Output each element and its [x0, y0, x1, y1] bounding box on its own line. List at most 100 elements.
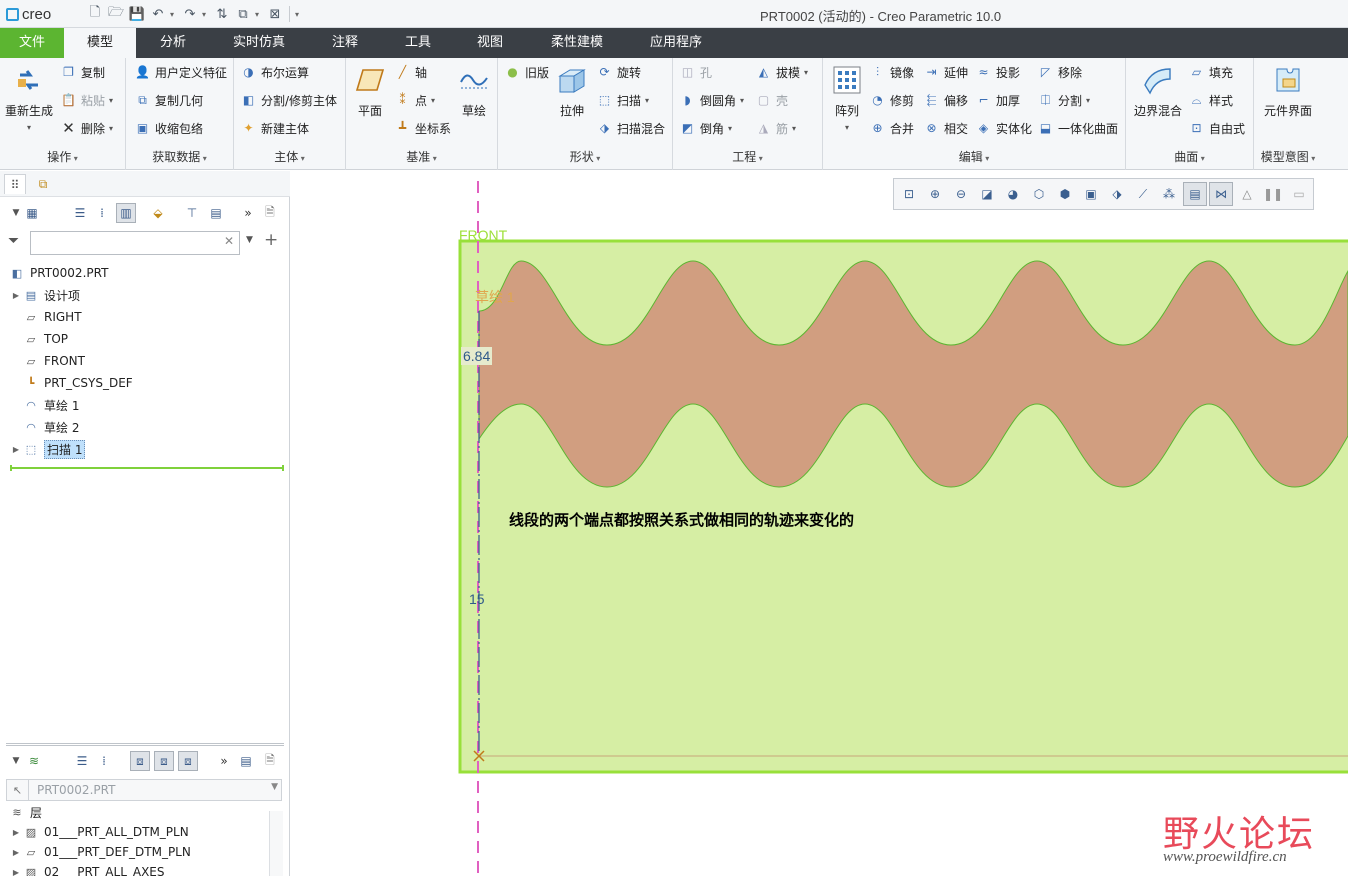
freestyle-button[interactable]: ⊡ 自由式: [1188, 117, 1245, 139]
spin-center-icon[interactable]: △: [1235, 182, 1259, 206]
layer-notes-icon[interactable]: 🗎: [260, 751, 280, 771]
sketch-display-icon[interactable]: ⋈: [1209, 182, 1233, 206]
tree-item-sweep-1[interactable]: ▶ ⬚ 扫描 1: [10, 438, 86, 460]
expand-arrow-icon[interactable]: ▶: [10, 848, 22, 857]
group-engineering-label[interactable]: 工程: [673, 148, 822, 165]
thicken-button[interactable]: ⌐ 加厚: [975, 89, 1020, 111]
new-body-button[interactable]: ✦ 新建主体: [240, 117, 309, 139]
delete-button[interactable]: ✕ 删除 ▾: [60, 117, 113, 139]
tab-flexible-modeling[interactable]: 柔性建模: [530, 28, 624, 58]
collapse-all-icon[interactable]: ⁞: [92, 203, 112, 223]
legacy-button[interactable]: ● 旧版: [504, 61, 549, 83]
shrinkwrap-button[interactable]: ▣ 收缩包络: [134, 117, 203, 139]
chamfer-button[interactable]: ◩ 倒角 ▾: [679, 117, 732, 139]
axis-button[interactable]: ╱ 轴: [394, 61, 427, 83]
hole-button[interactable]: ◫ 孔: [679, 61, 712, 83]
customize-qat-icon[interactable]: ▾: [295, 10, 303, 19]
plane-button[interactable]: 平面: [350, 62, 390, 119]
layer-model-dropdown-icon[interactable]: ▼: [271, 782, 278, 792]
tab-tools[interactable]: 工具: [386, 28, 450, 58]
sketch-button[interactable]: 草绘: [454, 62, 494, 119]
paste-button[interactable]: 📋 粘贴 ▾: [60, 89, 113, 111]
zoom-in-icon[interactable]: ⊕: [923, 182, 947, 206]
layer-collapse-icon[interactable]: ⁞: [94, 751, 114, 771]
highlight-icon[interactable]: ⬙: [148, 203, 168, 223]
style-button[interactable]: ⌓ 样式: [1188, 89, 1233, 111]
layer-menu-dropdown-icon[interactable]: ▼: [6, 751, 26, 771]
display-style-icon[interactable]: ◕: [1001, 182, 1025, 206]
tree-item-top[interactable]: ▱ TOP: [22, 328, 68, 350]
layers-icon[interactable]: ≋: [24, 751, 44, 771]
unify-surface-button[interactable]: ⬓ 一体化曲面: [1037, 117, 1118, 139]
perspective-icon[interactable]: ▣: [1079, 182, 1103, 206]
tree-settings-icon[interactable]: ▤: [206, 203, 226, 223]
layer-tree-scrollbar[interactable]: [269, 811, 283, 876]
mirror-button[interactable]: ⫶ 镜像: [869, 61, 914, 83]
remove-button[interactable]: ◸ 移除: [1037, 61, 1082, 83]
intersect-button[interactable]: ⊗ 相交: [923, 117, 968, 139]
zoom-out-icon[interactable]: ⊖: [949, 182, 973, 206]
point-dropdown-icon[interactable]: ▾: [431, 96, 435, 105]
folder-browser-tab-icon[interactable]: ⧉: [32, 174, 54, 194]
clear-search-icon[interactable]: ✕: [224, 234, 234, 248]
offset-button[interactable]: ⬱ 偏移: [923, 89, 968, 111]
graphics-window[interactable]: FRONT 草绘 1 6.84 15 线段的两个端点都按照关系式做相同的轨迹来变…: [291, 171, 1348, 876]
group-surfaces-label[interactable]: 曲面: [1126, 148, 1253, 165]
layer-view-2-icon[interactable]: ⧈: [154, 751, 174, 771]
component-interface-button[interactable]: 元件界面: [1258, 62, 1318, 119]
copy-geom-button[interactable]: ⧉ 复制几何: [134, 89, 203, 111]
tree-search-input[interactable]: [30, 231, 240, 255]
tab-file[interactable]: 文件: [0, 28, 64, 58]
fill-button[interactable]: ▱ 填充: [1188, 61, 1233, 83]
new-file-icon[interactable]: 🗋: [86, 5, 104, 23]
dimension-6-84[interactable]: 6.84: [461, 347, 493, 365]
udf-button[interactable]: 👤 用户定义特征: [134, 61, 227, 83]
undo-icon[interactable]: ↶: [149, 5, 167, 23]
boundary-blend-button[interactable]: 边界混合: [1130, 62, 1186, 119]
more-options-icon[interactable]: »: [238, 203, 258, 223]
expand-all-icon[interactable]: ☰: [70, 203, 90, 223]
layer-expand-icon[interactable]: ☰: [72, 751, 92, 771]
split-button[interactable]: ⎅ 分割 ▾: [1037, 89, 1090, 111]
open-folder-icon[interactable]: 🗁: [107, 5, 125, 23]
layer-more-options-icon[interactable]: »: [214, 751, 234, 771]
layer-item[interactable]: ▶ ▨ 01___PRT_ALL_DTM_PLN: [10, 821, 189, 843]
windows-icon[interactable]: ⧉: [234, 5, 252, 23]
shell-button[interactable]: ▢ 壳: [755, 89, 788, 111]
pattern-button[interactable]: 阵列 ▾: [827, 62, 867, 132]
saved-orientations-icon[interactable]: ⬡: [1027, 182, 1051, 206]
windows-dropdown-icon[interactable]: ▾: [255, 10, 263, 19]
chamfer-dropdown-icon[interactable]: ▾: [728, 124, 732, 133]
split-dropdown-icon[interactable]: ▾: [1086, 96, 1090, 105]
insert-here-marker[interactable]: [10, 465, 284, 471]
regenerate-dropdown-icon[interactable]: ▾: [27, 123, 31, 132]
split-trim-body-button[interactable]: ◧ 分割/修剪主体: [240, 89, 337, 111]
undo-dropdown-icon[interactable]: ▾: [170, 10, 178, 19]
tree-root[interactable]: ◧ PRT0002.PRT: [8, 262, 109, 284]
annotation-display-icon[interactable]: ⟋: [1131, 182, 1155, 206]
refit-icon[interactable]: ⊡: [897, 182, 921, 206]
expand-arrow-icon[interactable]: ▶: [10, 868, 22, 876]
layer-item[interactable]: ▶ ▱ 01___PRT_DEF_DTM_PLN: [10, 841, 191, 863]
model-tree-tab-icon[interactable]: ⠿: [4, 174, 26, 194]
solidify-button[interactable]: ◈ 实体化: [975, 117, 1032, 139]
sweep-dropdown-icon[interactable]: ▾: [645, 96, 649, 105]
redo-dropdown-icon[interactable]: ▾: [202, 10, 210, 19]
tree-item-sketch-2[interactable]: ◠ 草绘 2: [22, 416, 79, 438]
layer-item[interactable]: ▶ ▨ 02___PRT_ALL_AXES: [10, 861, 165, 876]
revolve-button[interactable]: ⟳ 旋转: [596, 61, 641, 83]
tree-item-front[interactable]: ▱ FRONT: [22, 350, 85, 372]
dimension-15[interactable]: 15: [469, 591, 485, 607]
datum-display-icon[interactable]: ⁂: [1157, 182, 1181, 206]
tree-filter-icon[interactable]: ⊤: [182, 203, 202, 223]
tab-applications[interactable]: 应用程序: [632, 28, 720, 58]
round-dropdown-icon[interactable]: ▾: [740, 96, 744, 105]
tree-notes-icon[interactable]: 🗎: [260, 203, 280, 223]
group-shapes-label[interactable]: 形状: [498, 148, 672, 165]
repaint-icon[interactable]: ◪: [975, 182, 999, 206]
tab-annotate[interactable]: 注释: [312, 28, 378, 58]
group-operations-label[interactable]: 操作: [0, 148, 125, 165]
redo-icon[interactable]: ↷: [181, 5, 199, 23]
point-button[interactable]: ⁑ 点 ▾: [394, 89, 436, 111]
layer-model-selector[interactable]: ↖ PRT0002.PRT ▼: [6, 779, 282, 801]
